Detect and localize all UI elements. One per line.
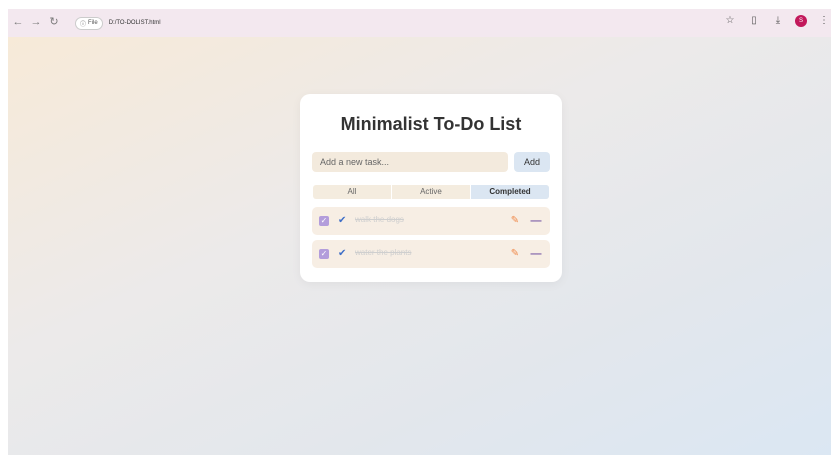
task-text: water the plants xyxy=(355,248,412,257)
task-item: ✓ ✔ water the plants ✎ — xyxy=(312,240,550,268)
edit-icon[interactable]: ✎ xyxy=(509,214,521,228)
forward-icon[interactable]: → xyxy=(28,14,44,30)
add-button[interactable]: Add xyxy=(514,152,550,172)
page-viewport: Minimalist To-Do List Add All Active Com… xyxy=(8,37,831,455)
toolbar-actions: ☆ ▯ ⤓ S ⋮ xyxy=(723,14,831,28)
todo-card: Minimalist To-Do List Add All Active Com… xyxy=(300,94,562,282)
download-icon[interactable]: ⤓ xyxy=(771,14,785,28)
tab-all[interactable]: All xyxy=(313,185,391,199)
address-bar[interactable]: ⓘ File D:/TO-DOLIST.html xyxy=(69,14,749,32)
file-badge[interactable]: ⓘ File xyxy=(75,16,103,30)
menu-icon[interactable]: ⋮ xyxy=(817,14,831,28)
delete-icon[interactable]: — xyxy=(530,214,542,228)
page-title: Minimalist To-Do List xyxy=(340,114,522,134)
task-checkbox[interactable]: ✓ xyxy=(319,249,329,259)
task-checkbox[interactable]: ✓ xyxy=(319,216,329,226)
browser-toolbar: ← → ↻ ⓘ File D:/TO-DOLIST.html ☆ ▯ ⤓ S ⋮ xyxy=(0,0,839,37)
check-icon: ✔ xyxy=(338,248,347,259)
delete-icon[interactable]: — xyxy=(530,247,542,261)
tab-completed[interactable]: Completed xyxy=(470,185,549,199)
reload-icon[interactable]: ↻ xyxy=(46,14,62,30)
task-text: walk the dogs xyxy=(355,215,404,224)
check-icon: ✔ xyxy=(338,215,347,226)
info-icon: ⓘ xyxy=(80,21,87,28)
task-input[interactable] xyxy=(312,152,508,172)
tab-active[interactable]: Active xyxy=(391,185,470,199)
avatar[interactable]: S xyxy=(795,15,807,27)
task-item: ✓ ✔ walk the dogs ✎ — xyxy=(312,207,550,235)
back-icon[interactable]: ← xyxy=(10,14,26,30)
filter-tabs: All Active Completed xyxy=(313,185,549,199)
star-icon[interactable]: ☆ xyxy=(723,14,737,28)
url-text[interactable]: D:/TO-DOLIST.html xyxy=(109,20,161,26)
extensions-icon[interactable]: ▯ xyxy=(747,14,761,28)
edit-icon[interactable]: ✎ xyxy=(509,247,521,261)
file-label: File xyxy=(88,20,98,26)
